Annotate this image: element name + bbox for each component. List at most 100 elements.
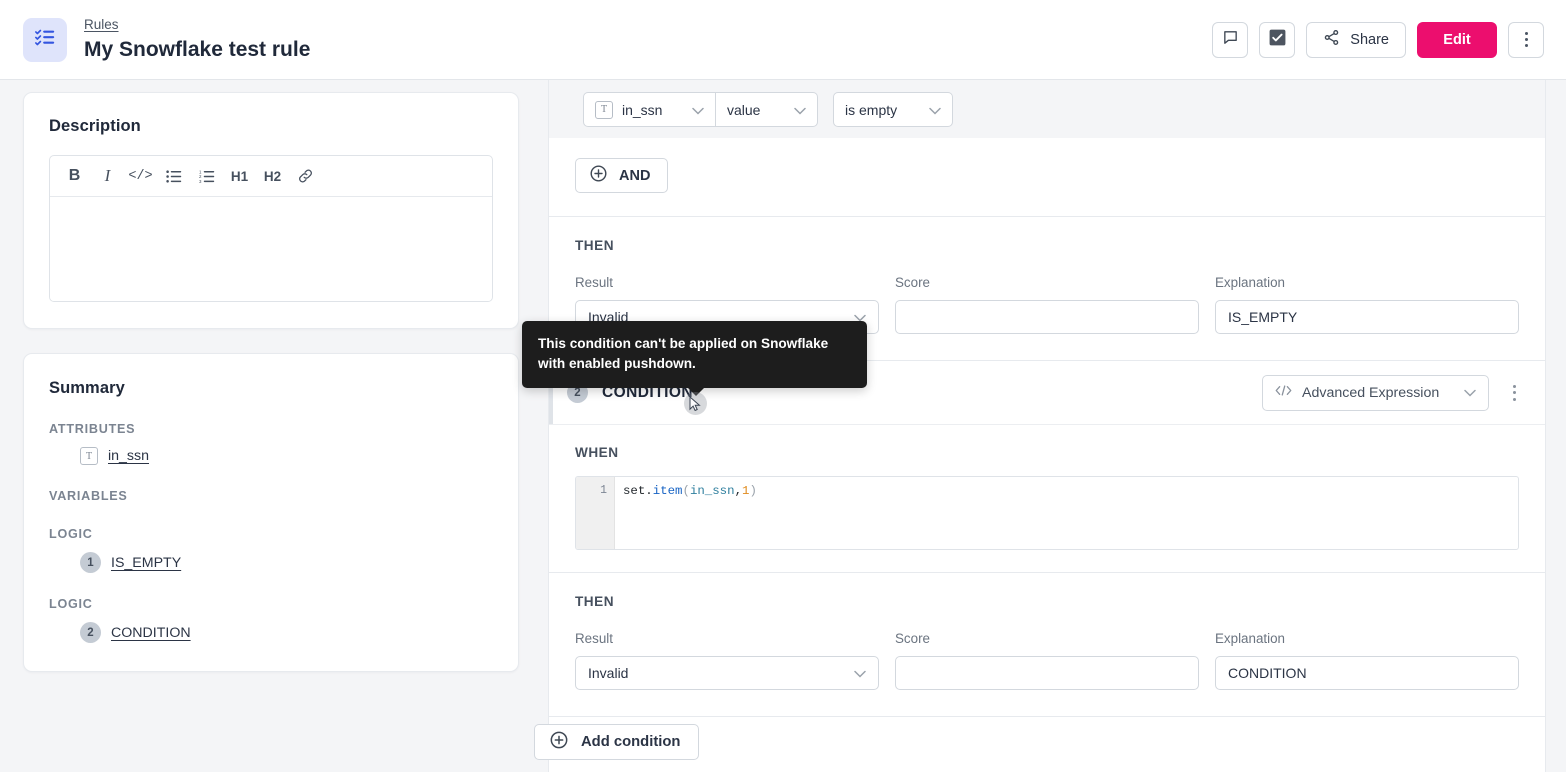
add-condition-zone: Add condition xyxy=(534,724,1546,760)
checkbox-checked-icon xyxy=(1268,28,1287,52)
editor-toolbar: B I </> 1 2 3 H1 H2 xyxy=(50,156,492,197)
result-select-value: Invalid xyxy=(588,665,629,681)
checklist-icon xyxy=(34,26,56,53)
summary-heading: Summary xyxy=(49,379,125,397)
score-input[interactable] xyxy=(895,656,1199,690)
chevron-down-icon xyxy=(682,102,704,118)
then-field-grid: Result Invalid Score Explanation CONDITI… xyxy=(575,631,1519,690)
score-field-label: Score xyxy=(895,275,930,290)
code-token-set: set. xyxy=(623,484,653,498)
property-select-value: value xyxy=(727,101,761,118)
code-icon xyxy=(1275,384,1292,401)
share-button[interactable]: Share xyxy=(1306,21,1406,58)
header-actions: Share Edit xyxy=(1212,21,1544,58)
description-textarea[interactable] xyxy=(50,197,492,301)
explanation-field-label: Explanation xyxy=(1215,631,1285,646)
code-token-close-paren: ) xyxy=(749,484,757,498)
and-button-label: AND xyxy=(619,167,651,184)
result-field: Result Invalid xyxy=(575,631,879,690)
share-label: Share xyxy=(1350,31,1389,48)
approve-button[interactable] xyxy=(1259,21,1296,58)
add-condition-button[interactable]: Add condition xyxy=(534,724,700,760)
expression-mode-select[interactable]: Advanced Expression xyxy=(1262,374,1489,411)
chevron-down-icon xyxy=(919,102,941,118)
vertical-dots-icon xyxy=(1512,397,1516,401)
result-select[interactable]: Invalid xyxy=(575,656,879,690)
bullet-list-button[interactable] xyxy=(157,161,190,191)
result-field-label: Result xyxy=(575,631,613,646)
plus-circle-icon xyxy=(549,730,569,754)
explanation-input[interactable]: IS_EMPTY xyxy=(1215,300,1519,334)
add-condition-label: Add condition xyxy=(581,734,681,750)
operator-select[interactable]: is empty xyxy=(833,92,953,127)
when-label: WHEN xyxy=(575,445,619,460)
app-logo[interactable] xyxy=(23,17,67,62)
plus-circle-icon xyxy=(589,164,608,187)
comment-icon xyxy=(1222,29,1239,51)
logic-number-badge: 2 xyxy=(80,622,101,643)
summary-group-label-logic-1: LOGIC xyxy=(49,527,93,541)
condition-2-when-block: WHEN 1 set.item(in_ssn,1) xyxy=(549,424,1545,572)
condition-1-when-row: T in_ssn value is empty xyxy=(549,80,1545,138)
description-card: Description B I </> 1 2 3 H1 H2 xyxy=(23,92,519,329)
app-header: Rules My Snowflake test rule Share Edit xyxy=(0,0,1566,80)
expression-mode-label: Advanced Expression xyxy=(1302,384,1440,401)
share-icon xyxy=(1323,29,1340,50)
summary-group-label-attributes: ATTRIBUTES xyxy=(49,422,136,436)
attribute-select-value: in_ssn xyxy=(622,101,663,118)
summary-item-label[interactable]: IS_EMPTY xyxy=(111,555,181,571)
vertical-dots-icon xyxy=(1512,384,1516,388)
comment-button[interactable] xyxy=(1212,21,1249,58)
summary-item-condition[interactable]: 2 CONDITION xyxy=(49,622,493,643)
score-input[interactable] xyxy=(895,300,1199,334)
heading1-button[interactable]: H1 xyxy=(223,161,256,191)
vertical-dots-icon xyxy=(1524,44,1528,47)
breadcrumb[interactable]: Rules xyxy=(84,16,310,33)
explanation-field: Explanation IS_EMPTY xyxy=(1215,275,1519,334)
vertical-dots-icon xyxy=(1524,32,1528,35)
code-token-item: item xyxy=(652,484,683,498)
explanation-input[interactable]: CONDITION xyxy=(1215,656,1519,690)
left-column: Description B I </> 1 2 3 H1 H2 Summary … xyxy=(23,92,519,672)
logic-number-badge: 1 xyxy=(80,552,101,573)
condition-2-more-button[interactable] xyxy=(1503,375,1525,411)
code-token-comma: , xyxy=(734,484,742,498)
code-token-open-paren: ( xyxy=(682,484,690,498)
code-button[interactable]: </> xyxy=(124,161,157,191)
text-type-icon: T xyxy=(80,447,98,465)
condition-2-then-block: THEN Result Invalid Score Explanation CO… xyxy=(549,573,1545,716)
summary-item-label[interactable]: in_ssn xyxy=(108,448,149,464)
title-block: Rules My Snowflake test rule xyxy=(84,16,310,64)
summary-item-is-empty[interactable]: 1 IS_EMPTY xyxy=(49,552,493,573)
section-divider xyxy=(549,716,1545,717)
svg-text:3: 3 xyxy=(199,178,202,183)
pushdown-warning-tooltip: This condition can't be applied on Snowf… xyxy=(522,321,867,396)
link-button[interactable] xyxy=(289,161,322,191)
condition-2-header-right: Advanced Expression xyxy=(1262,374,1525,411)
summary-item-in-ssn[interactable]: T in_ssn xyxy=(49,447,493,465)
more-options-button[interactable] xyxy=(1508,21,1544,58)
code-content[interactable]: set.item(in_ssn,1) xyxy=(615,477,1518,549)
summary-item-label[interactable]: CONDITION xyxy=(111,625,191,641)
then-label: THEN xyxy=(575,238,615,253)
numbered-list-button[interactable]: 1 2 3 xyxy=(190,161,223,191)
chevron-down-icon xyxy=(784,102,806,118)
attribute-select[interactable]: T in_ssn xyxy=(583,92,716,127)
edit-button[interactable]: Edit xyxy=(1417,21,1497,58)
vertical-dots-icon xyxy=(1512,391,1516,394)
expression-code-editor[interactable]: 1 set.item(in_ssn,1) xyxy=(575,476,1519,550)
score-field: Score xyxy=(895,275,1199,334)
panel-right-gutter xyxy=(1546,80,1566,772)
bold-button[interactable]: B xyxy=(58,161,91,191)
explanation-field: Explanation CONDITION xyxy=(1215,631,1519,690)
operator-select-value: is empty xyxy=(845,101,898,118)
property-select[interactable]: value xyxy=(716,92,818,127)
chevron-down-icon xyxy=(1464,385,1476,401)
and-zone: AND xyxy=(549,138,1545,216)
italic-button[interactable]: I xyxy=(91,161,124,191)
add-and-button[interactable]: AND xyxy=(575,158,669,193)
mouse-cursor xyxy=(684,392,707,415)
code-line-number: 1 xyxy=(600,484,607,497)
description-heading: Description xyxy=(49,117,141,135)
heading2-button[interactable]: H2 xyxy=(256,161,289,191)
